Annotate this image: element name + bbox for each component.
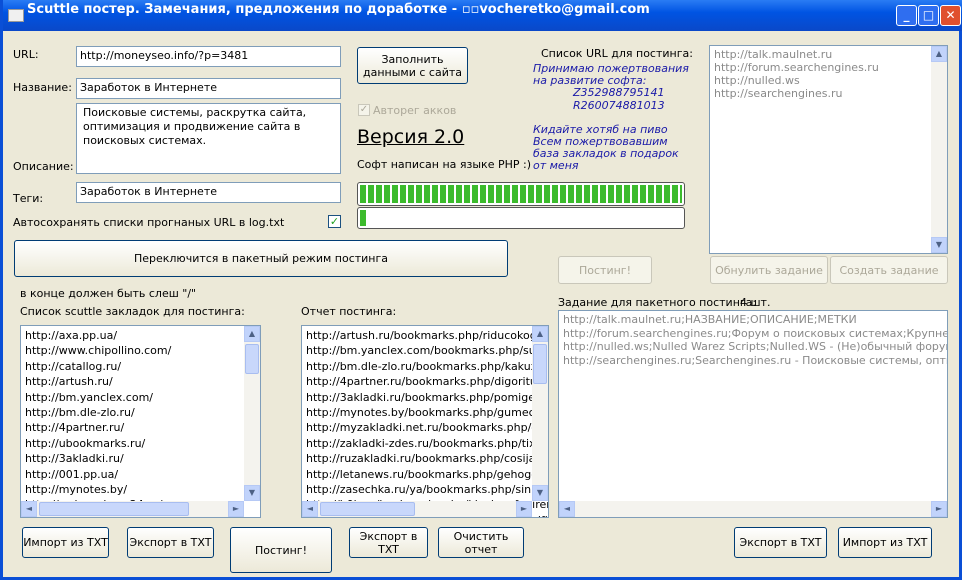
url-list-item[interactable]: http://talk.maulnet.ru [714,48,943,61]
url-list-item[interactable]: http://forum.searchengines.ru [714,61,943,74]
create-task-button[interactable]: Создать задание [830,256,948,284]
export-report-button[interactable]: Экспорт в TXT [349,527,428,558]
tags-input[interactable]: Заработок в Интернете [76,182,341,203]
report-item[interactable]: http://artush.ru/bookmarks.php/riducokog… [306,328,548,343]
task-item[interactable]: http://searchengines.ru;Searchengines.ru… [563,354,947,368]
window-title: Scuttle постер. Замечания, предложения п… [27,2,650,17]
bookmark-item[interactable]: http://catallog.ru/ [25,359,256,374]
close-button[interactable]: ✕ [940,5,961,26]
bookmark-item[interactable]: http://4partner.ru/ [25,420,256,435]
report-item[interactable]: http://mynotes.by/bookmarks.php/gumecalo… [306,405,548,420]
description-label: Описание: [13,160,74,173]
autosave-checkbox[interactable]: ✓ [328,215,341,228]
wallet-z: Z352988795141 [573,86,665,100]
bookmark-item[interactable]: http://www.chipollino.com/ [25,343,256,358]
wallet-r: R260074881013 [573,98,665,112]
clear-task-button[interactable]: Обнулить задание [710,256,828,284]
name-label: Название: [13,81,72,94]
bookmarks-label: Список scuttle закладок для постинга: [20,305,245,318]
report-item[interactable]: http://3akladki.ru/bookmarks.php/pomigeh… [306,390,548,405]
bookmark-item[interactable]: http://001.pp.ua/ [25,467,256,482]
task-label: Задание для пакетного постинга: [558,296,757,309]
task-item[interactable]: http://talk.maulnet.ru;НАЗВАНИЕ;ОПИСАНИЕ… [563,313,943,327]
batch-mode-button[interactable]: Переключится в пакетный режим постинга [14,240,508,277]
autoreg-label: Авторег акков [373,104,457,117]
slash-note: в конце должен быть слеш "/" [20,287,197,300]
report-item[interactable]: http://myzakladki.net.ru/bookmarks.php/g… [306,420,548,435]
url-input[interactable]: http://moneyseo.info/?p=3481 [76,46,341,67]
url-list-scrollbar[interactable]: ▲ ▼ [931,46,947,253]
progress-bar-main [357,182,685,206]
bookmark-item[interactable]: http://axa.pp.ua/ [25,328,256,343]
task-hscrollbar[interactable]: ◄ ► [559,501,947,517]
post-button[interactable]: Постинг! [230,527,332,573]
report-item[interactable]: http://zakladki-zdes.ru/bookmarks.php/ti… [306,436,548,451]
report-item[interactable]: http://ruzakladki.ru/bookmarks.php/cosij… [306,451,548,466]
task-list[interactable]: http://talk.maulnet.ru;НАЗВАНИЕ;ОПИСАНИЕ… [558,310,948,518]
autoreg-checkbox[interactable]: ✓ [358,104,370,116]
bookmarks-hscrollbar[interactable]: ◄ ► [21,501,244,517]
task-item[interactable]: http://nulled.ws;Nulled Warez Scripts;Nu… [563,340,947,354]
url-list[interactable]: http://talk.maulnet.ru http://forum.searc… [709,45,948,254]
clear-report-button[interactable]: Очистить отчет [438,527,524,558]
bookmark-item[interactable]: http://mynotes.by/ [25,482,256,497]
main-window: Scuttle постер. Замечания, предложения п… [0,0,962,580]
url-list-label: Список URL для постинга: [541,47,693,60]
bookmark-item[interactable]: http://artush.ru/ [25,374,256,389]
report-hscrollbar[interactable]: ◄ ► [302,501,532,517]
import-bookmarks-button[interactable]: Импорт из TXT [22,527,109,558]
url-label: URL: [13,48,39,61]
report-vscrollbar[interactable]: ▲ ▼ [532,326,548,501]
donate-text: Принимаю пожертвования на развитие софта… [533,62,689,173]
app-icon [8,9,24,22]
bookmark-item[interactable]: http://ubookmarks.ru/ [25,436,256,451]
bookmark-item[interactable]: http://bm.yanclex.com/ [25,390,256,405]
url-list-item[interactable]: http://nulled.ws [714,74,943,87]
report-label: Отчет постинга: [301,305,397,318]
report-item[interactable]: http://letanews.ru/bookmarks.php/gehogol… [306,467,548,482]
bookmarks-vscrollbar[interactable]: ▲ ▼ [244,326,260,501]
url-list-item[interactable]: http://searchengines.ru [714,87,943,100]
report-list[interactable]: http://artush.ru/bookmarks.php/riducokog… [301,325,549,518]
autosave-label: Автосохранять списки прогнаных URL в log… [13,216,285,229]
name-input[interactable]: Заработок в Интернете [76,78,341,99]
maximize-button[interactable]: □ [918,5,939,26]
version-label: Версия 2.0 [357,126,465,148]
task-count: 4 шт. [740,296,771,309]
export-task-button[interactable]: Экспорт в TXT [734,527,827,558]
title-bar: Scuttle постер. Замечания, предложения п… [3,0,962,31]
bookmark-item[interactable]: http://bm.dle-zlo.ru/ [25,405,256,420]
bookmarks-list[interactable]: http://axa.pp.ua/http://www.chipollino.c… [20,325,261,518]
description-input[interactable]: Поисковые системы, раскрутка сайта, опти… [76,103,341,174]
bookmark-item[interactable]: http://3akladki.ru/ [25,451,256,466]
fill-from-site-button[interactable]: Заполнить данными с сайта [357,47,468,84]
report-item[interactable]: http://bm.dle-zlo.ru/bookmarks.php/kakux… [306,359,548,374]
minimize-button[interactable]: _ [896,5,917,26]
report-item[interactable]: http://bm.yanclex.com/bookmarks.php/suca… [306,343,548,358]
donate-line: от меня [533,159,579,173]
tags-label: Теги: [13,192,44,205]
import-task-button[interactable]: Импорт из TXT [838,527,932,558]
report-item[interactable]: http://zasechka.ru/ya/bookmarks.php/sini… [306,482,548,497]
task-item[interactable]: http://forum.searchengines.ru;Форум о по… [563,327,947,341]
progress-bar-secondary [357,207,685,229]
post-button-top[interactable]: Постинг! [558,256,652,284]
report-item[interactable]: http://4partner.ru/bookmarks.php/digorit… [306,374,548,389]
php-note: Софт написан на языке PHP :) [357,158,531,171]
export-bookmarks-button[interactable]: Экспорт в TXT [127,527,214,558]
